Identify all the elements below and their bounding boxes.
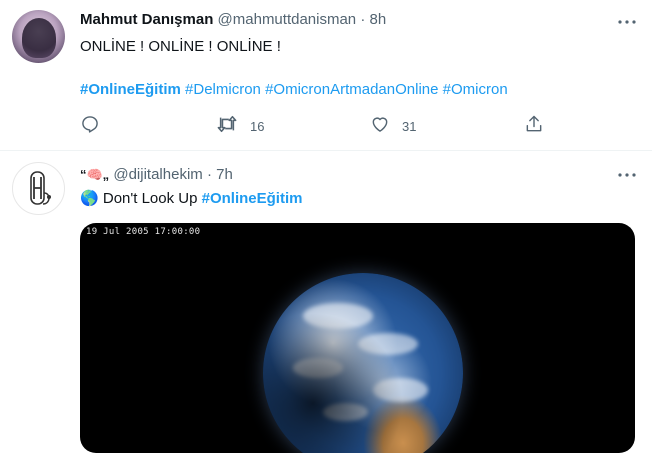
author-name[interactable]: “🧠„ (80, 167, 109, 182)
timestamp[interactable]: 7h (216, 166, 233, 183)
media-video[interactable]: 19 Jul 2005 17:00:00 (80, 223, 635, 453)
separator-dot: · (206, 166, 212, 183)
tweet-text: 🌎 Don't Look Up #OnlineEğitim (80, 189, 302, 209)
author-name[interactable]: Mahmut Danışman (80, 11, 213, 28)
like-count: 31 (402, 118, 417, 134)
tweet-header: Mahmut Danışman @mahmuttdanisman · 8h (80, 10, 386, 30)
hashtag-link[interactable]: #OmicronArtmadanOnline (265, 81, 438, 98)
hashtag-link[interactable]: #Delmicron (185, 81, 261, 98)
tweet-actions: 16 31 (80, 115, 550, 137)
avatar-silhouette (22, 18, 56, 58)
retweet-count: 16 (250, 118, 265, 134)
tweet-header: “🧠„ @dijitalhekim · 7h (80, 165, 233, 185)
separator-dot: · (360, 11, 366, 28)
tweet-text: ONLİNE ! ONLİNE ! ONLİNE ! (80, 38, 281, 55)
hashtag-link[interactable]: #Omicron (443, 81, 508, 98)
more-options-icon[interactable] (618, 12, 636, 32)
author-handle[interactable]: @mahmuttdanisman (218, 11, 357, 28)
globe-emoji-icon: 🌎 (80, 190, 99, 207)
media-timestamp: 19 Jul 2005 17:00:00 (86, 227, 201, 237)
hashtag-link[interactable]: #OnlineEğitim (80, 81, 181, 98)
author-handle[interactable]: @dijitalhekim (113, 166, 202, 183)
tweet-hashtags: #OnlineEğitim #Delmicron #OmicronArtmada… (80, 80, 508, 100)
earth-image (263, 273, 463, 453)
reply-button[interactable] (80, 115, 100, 137)
tweet[interactable]: Mahmut Danışman @mahmuttdanisman · 8h ON… (0, 0, 652, 151)
timeline: Mahmut Danışman @mahmuttdanisman · 8h ON… (0, 0, 652, 453)
tweet[interactable]: “🧠„ @dijitalhekim · 7h 🌎 Don't Look Up #… (0, 151, 652, 453)
avatar[interactable] (12, 10, 65, 63)
heart-icon (370, 114, 390, 139)
reply-icon (80, 114, 100, 139)
dijitalhekim-logo-icon (30, 171, 51, 205)
retweet-button[interactable]: 16 (216, 115, 264, 137)
share-icon (524, 114, 544, 139)
avatar[interactable] (12, 162, 65, 215)
retweet-icon (216, 114, 238, 139)
hashtag-link[interactable]: #OnlineEğitim (202, 190, 303, 207)
share-button[interactable] (524, 115, 544, 137)
tweet-body: Don't Look Up (102, 190, 198, 207)
like-button[interactable]: 31 (370, 115, 416, 137)
timestamp[interactable]: 8h (370, 11, 387, 28)
more-options-icon[interactable] (618, 165, 636, 185)
